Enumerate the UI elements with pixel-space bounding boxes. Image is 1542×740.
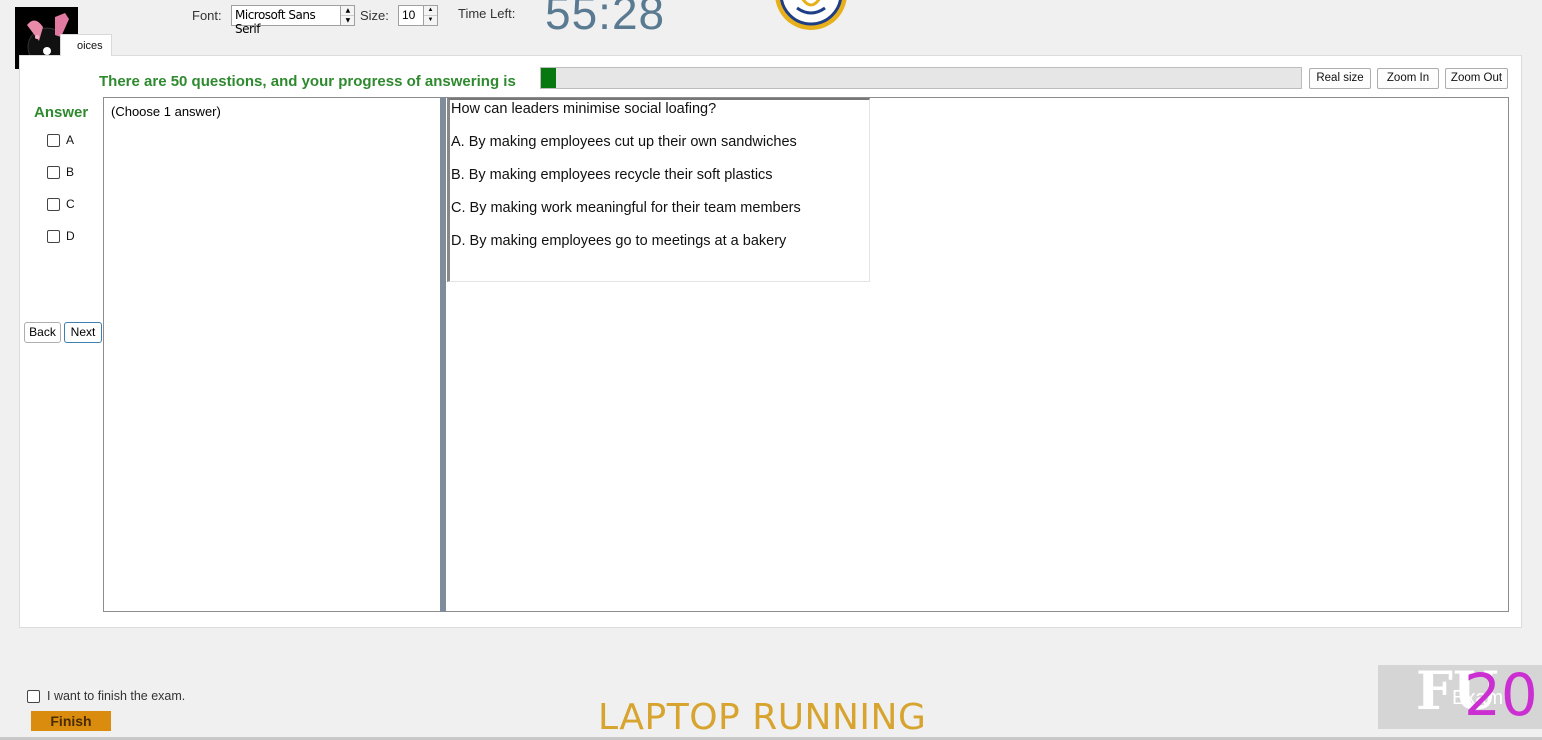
answer-option-a[interactable]: A [47, 133, 74, 147]
time-left-label: Time Left: [458, 6, 516, 21]
countdown-timer: 55:28 [545, 0, 666, 39]
choice-b: B. By making employees recycle their sof… [451, 167, 773, 183]
club-crest-icon [772, 0, 850, 32]
progress-text: There are 50 questions, and your progres… [99, 73, 516, 90]
option-label-d: D [66, 229, 75, 243]
instruction-pane: (Choose 1 answer) [103, 97, 441, 612]
fu-exam-watermark: FU Exam 20 [1378, 665, 1542, 729]
answer-option-b[interactable]: B [47, 165, 74, 179]
finish-confirm-label: I want to finish the exam. [47, 689, 186, 703]
choice-d: D. By making employees go to meetings at… [451, 233, 787, 249]
next-button[interactable]: Next [64, 322, 102, 343]
size-spinner[interactable]: ▲ ▼ [423, 6, 437, 25]
option-label-a: A [66, 133, 75, 147]
font-spinner[interactable]: ▲ ▼ [340, 6, 354, 25]
back-button[interactable]: Back [24, 322, 61, 343]
answer-option-c[interactable]: C [47, 197, 75, 211]
option-label-c: C [66, 197, 75, 211]
finish-confirm[interactable]: I want to finish the exam. [27, 689, 185, 703]
choose-instruction: (Choose 1 answer) [111, 104, 221, 119]
choice-c: C. By making work meaningful for their t… [451, 200, 801, 216]
zoom-in-button[interactable]: Zoom In [1377, 68, 1439, 89]
answer-option-d[interactable]: D [47, 229, 75, 243]
progress-fill [541, 68, 557, 88]
checkbox-c[interactable] [47, 197, 60, 211]
checkbox-d[interactable] [47, 229, 60, 243]
font-label: Font: [192, 8, 222, 23]
watermark-number: 20 [1464, 665, 1538, 729]
finish-checkbox[interactable] [27, 689, 40, 703]
size-value: 10 [402, 8, 416, 22]
answer-heading: Answer [34, 104, 89, 121]
size-selector[interactable]: 10 ▲ ▼ [398, 5, 438, 26]
finish-button[interactable]: Finish [31, 711, 111, 731]
question-box [447, 98, 870, 282]
checkbox-a[interactable] [47, 133, 60, 147]
checkbox-b[interactable] [47, 165, 60, 179]
choice-a: A. By making employees cut up their own … [451, 134, 797, 150]
font-selector[interactable]: Microsoft Sans Serif ▲ ▼ [231, 5, 355, 36]
option-label-b: B [66, 165, 75, 179]
progress-bar [540, 67, 1302, 89]
zoom-out-button[interactable]: Zoom Out [1445, 68, 1508, 89]
tab-multiple-choices[interactable]: oices [60, 34, 112, 56]
font-value: Microsoft Sans Serif [235, 8, 316, 36]
laptop-running-banner: LAPTOP RUNNING [598, 697, 927, 738]
real-size-button[interactable]: Real size [1309, 68, 1371, 89]
size-label: Size: [360, 8, 389, 23]
question-text: How can leaders minimise social loafing? [451, 101, 717, 117]
